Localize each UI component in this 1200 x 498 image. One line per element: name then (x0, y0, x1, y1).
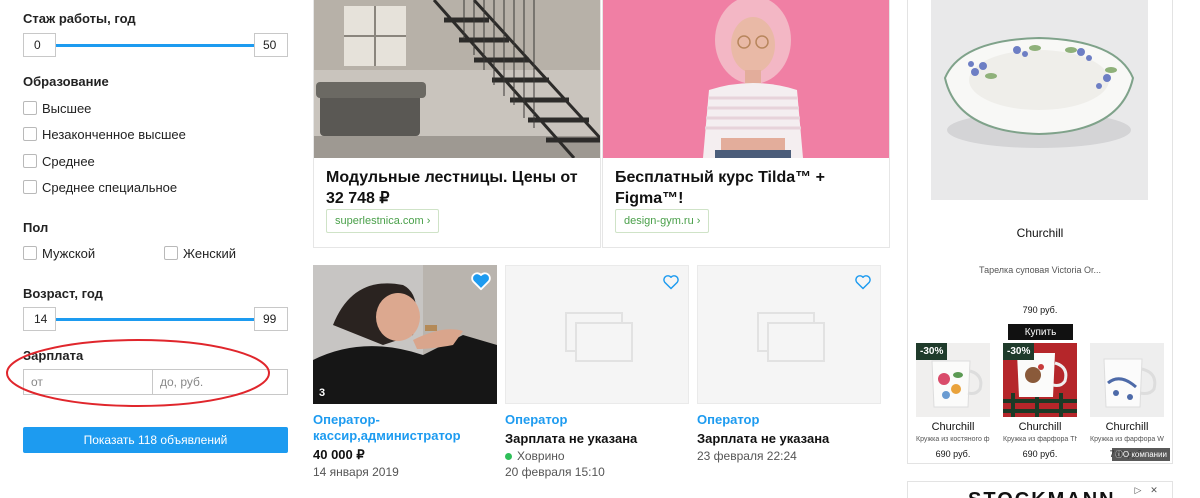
gender-title: Пол (23, 220, 49, 235)
banner-product-price: 790 руб. (1022, 305, 1058, 315)
thumb-price: 690 руб. (935, 449, 971, 459)
salary-from-input[interactable] (23, 369, 153, 395)
salary-title: Зарплата (23, 348, 84, 363)
listing-photo-placeholder[interactable] (505, 265, 689, 404)
stockmann-banner[interactable]: STOCKMANN ▷ ✕ (907, 481, 1173, 498)
banner-product-name[interactable]: Тарелка суповая Victoria Or... (908, 265, 1172, 275)
listing-category[interactable]: Оператор (505, 412, 689, 428)
experience-slider-track[interactable] (53, 44, 258, 47)
education-option-vocational[interactable]: Среднее специальное (23, 177, 177, 197)
listing-category[interactable]: Оператор (697, 412, 881, 428)
listing-card[interactable]: Оператор Зарплата не указана 23 февраля … (697, 265, 881, 464)
experience-range[interactable]: 0 50 (23, 33, 288, 57)
education-option-incomplete-higher[interactable]: Незаконченное высшее (23, 124, 186, 144)
age-range[interactable]: 14 99 (23, 307, 288, 331)
listing-price: Зарплата не указана (505, 431, 638, 446)
checkbox[interactable] (164, 246, 178, 260)
ad-title[interactable]: Бесплатный курс Tilda™ + Figma™! (615, 167, 877, 209)
checkbox[interactable] (23, 154, 37, 168)
metro-line-icon (505, 452, 512, 460)
info-icon: ⓘ (1114, 450, 1123, 459)
gender-option-female[interactable]: Женский (164, 243, 236, 263)
favorite-heart-icon[interactable] (854, 274, 872, 290)
ad-card-tilda[interactable]: Бесплатный курс Tilda™ + Figma™! design-… (602, 0, 890, 248)
ad-card-stairs[interactable]: Модульные лестницы. Цены от 32 748 ₽ sup… (313, 0, 601, 248)
checkbox-label: Высшее (42, 100, 92, 116)
blue-mug-photo (1090, 343, 1164, 417)
education-option-secondary[interactable]: Среднее (23, 151, 95, 171)
salary-inputs (23, 369, 288, 395)
ad-link[interactable]: design-gym.ru › (615, 209, 710, 233)
banner-thumb[interactable]: Churchill Кружка из фарфора Wr... 790 ру… (1090, 343, 1164, 459)
listing-price: 40 000 ₽ (313, 447, 365, 462)
thumb-brand[interactable]: Churchill (916, 421, 990, 433)
education-title: Образование (23, 74, 109, 89)
listing-date: 20 февраля 15:10 (505, 465, 605, 479)
checkbox-label: Мужской (42, 245, 96, 261)
listing-date: 23 февраля 22:24 (697, 449, 797, 463)
thumb-name[interactable]: Кружка из фарфора Wr... (1090, 436, 1164, 443)
experience-title: Стаж работы, год (23, 11, 136, 26)
listing-card[interactable]: 3 Оператор-кассир,администратор 40 000 ₽… (313, 265, 497, 480)
discount-badge: -30% (916, 343, 948, 360)
banner-thumb[interactable]: -30% Churchill Кружка из фарфора Th... 6… (1003, 343, 1077, 459)
age-max-input[interactable]: 99 (254, 307, 288, 331)
favorite-heart-icon[interactable] (662, 274, 680, 290)
ad-image-course[interactable] (603, 0, 889, 158)
churchill-banner[interactable]: Churchill Тарелка суповая Victoria Or...… (907, 0, 1173, 464)
checkbox[interactable] (23, 180, 37, 194)
thumb-brand[interactable]: Churchill (1003, 421, 1077, 433)
about-company-label: О компании (1122, 450, 1167, 459)
listing-card[interactable]: Оператор Зарплата не указана Ховрино 20 … (505, 265, 689, 480)
discount-badge: -30% (1003, 343, 1035, 360)
listing-category[interactable]: Оператор-кассир,администратор (313, 412, 497, 444)
checkbox[interactable] (23, 246, 37, 260)
soup-plate-photo (931, 0, 1148, 200)
experience-min-input[interactable]: 0 (23, 33, 56, 57)
banner-thumb[interactable]: -30% Churchill Кружка из костяного ф... … (916, 343, 990, 459)
stairs-photo (314, 0, 600, 158)
thumb-image[interactable]: -30% (1003, 343, 1077, 417)
about-company-link[interactable]: ⓘО компании (1111, 448, 1170, 461)
photo-count: 3 (319, 387, 326, 399)
checkbox-label: Женский (183, 245, 236, 261)
age-slider-track[interactable] (53, 318, 258, 321)
favorite-heart-icon[interactable] (470, 271, 492, 291)
gender-option-male[interactable]: Мужской (23, 243, 95, 263)
thumb-price: 690 руб. (1022, 449, 1058, 459)
thumb-brand[interactable]: Churchill (1090, 421, 1164, 433)
thumb-name[interactable]: Кружка из фарфора Th... (1003, 436, 1077, 443)
checkbox-label: Среднее (42, 153, 95, 169)
banner-brand[interactable]: Churchill (908, 226, 1172, 240)
ad-link[interactable]: superlestnica.com › (326, 209, 440, 233)
close-icon[interactable]: ✕ (1148, 484, 1160, 496)
ad-image-stairs[interactable] (314, 0, 600, 158)
checkbox-label: Незаконченное высшее (42, 126, 186, 142)
listing-date: 14 января 2019 (313, 465, 399, 479)
experience-max-input[interactable]: 50 (254, 33, 288, 57)
listing-metro: Ховрино (505, 448, 689, 464)
ad-info-icon[interactable]: ▷ (1132, 484, 1144, 496)
age-title: Возраст, год (23, 286, 103, 301)
checkbox-label: Среднее специальное (42, 179, 178, 195)
stockmann-logo: STOCKMANN (968, 489, 1116, 498)
checkbox[interactable] (23, 101, 37, 115)
banner-product-image[interactable] (931, 0, 1148, 200)
age-min-input[interactable]: 14 (23, 307, 56, 331)
show-results-button[interactable]: Показать 118 объявлений (23, 427, 288, 453)
thumb-image[interactable] (1090, 343, 1164, 417)
listing-photo[interactable]: 3 (313, 265, 497, 404)
woman-pink-photo (603, 0, 889, 158)
checkbox[interactable] (23, 127, 37, 141)
education-option-higher[interactable]: Высшее (23, 98, 91, 118)
buy-button[interactable]: Купить (1008, 324, 1073, 340)
metro-station: Ховрино (517, 449, 565, 463)
listing-price: Зарплата не указана (697, 431, 830, 446)
listing-photo-placeholder[interactable] (697, 265, 881, 404)
thumb-image[interactable]: -30% (916, 343, 990, 417)
thumb-name[interactable]: Кружка из костяного ф... (916, 436, 990, 443)
salary-to-input[interactable] (153, 369, 288, 395)
ad-title[interactable]: Модульные лестницы. Цены от 32 748 ₽ (326, 167, 588, 209)
